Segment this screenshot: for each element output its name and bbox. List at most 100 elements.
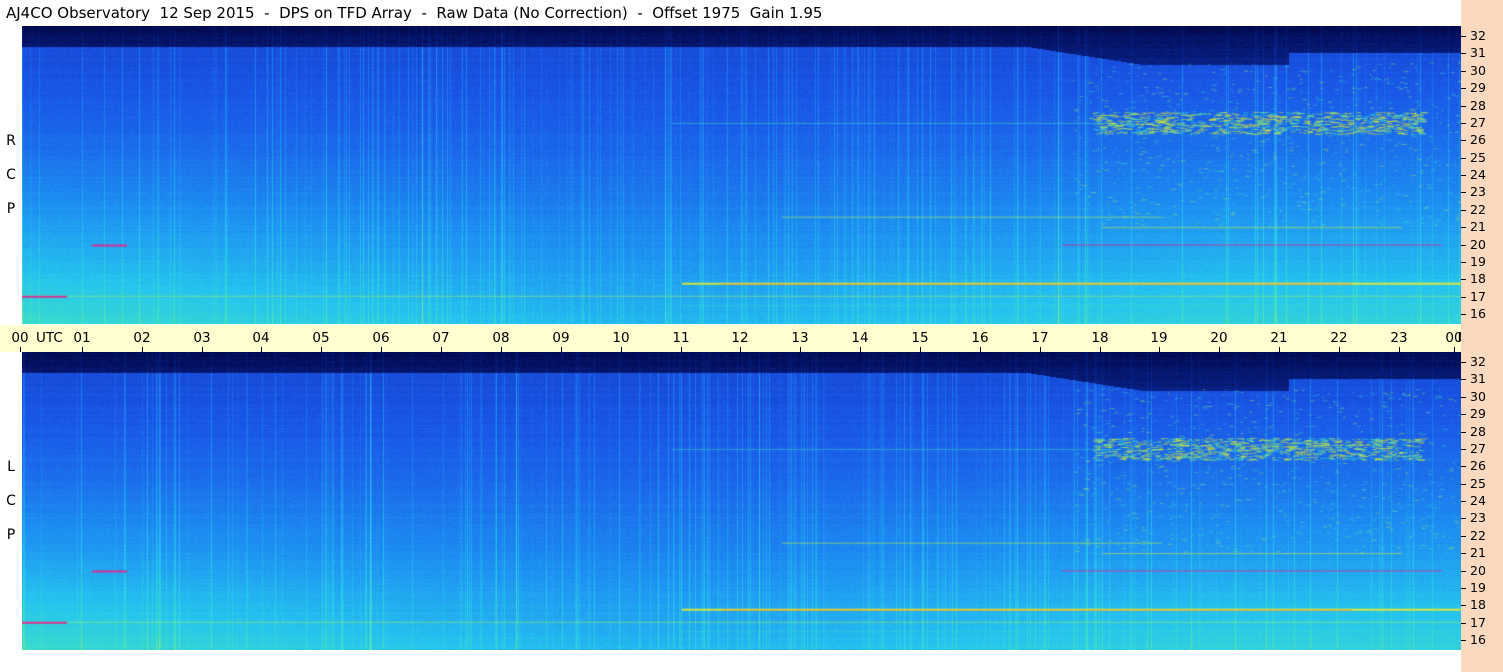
frequency-tick-mark: [1461, 192, 1466, 193]
time-tick-label: 18: [1091, 330, 1109, 346]
chart-title: AJ4CO Observatory 12 Sep 2015 - DPS on T…: [6, 4, 823, 22]
frequency-tick-mark: [1461, 140, 1466, 141]
frequency-tick-label: 31: [1470, 45, 1486, 60]
time-axis: 00 01 02 03 04 05 06 07 08 09 10 11 12 13 14 15 16 17 18 19…: [0, 325, 1486, 352]
frequency-tick-label: 25: [1470, 476, 1486, 491]
time-tick-label: 22: [1330, 330, 1348, 346]
frequency-tick-mark: [1461, 449, 1466, 450]
frequency-tick-mark: [1461, 362, 1466, 363]
frequency-tick-label: 19: [1470, 580, 1486, 595]
time-tick-label: 07: [432, 330, 450, 346]
frequency-tick-label: 18: [1470, 271, 1486, 286]
lcp-spectrogram: [22, 352, 1461, 650]
time-tick-label: 14: [851, 330, 869, 346]
time-tick-label: 08: [492, 330, 510, 346]
frequency-tick-mark: [1461, 262, 1466, 263]
frequency-tick-label: 26: [1470, 458, 1486, 473]
frequency-tick-mark: [1461, 88, 1466, 89]
frequency-tick-label: 29: [1470, 406, 1486, 421]
time-tick-label: 04: [252, 330, 270, 346]
time-tick-label: 09: [552, 330, 570, 346]
frequency-tick-label: 19: [1470, 254, 1486, 269]
frequency-tick-label: 27: [1470, 441, 1486, 456]
frequency-tick-mark: [1461, 279, 1466, 280]
frequency-tick-label: 29: [1470, 80, 1486, 95]
frequency-tick-label: 22: [1470, 528, 1486, 543]
frequency-tick-mark: [1461, 484, 1466, 485]
frequency-tick-mark: [1461, 210, 1466, 211]
frequency-tick-mark: [1461, 245, 1466, 246]
lcp-side-label: L C P: [2, 450, 20, 552]
rcp-spectrogram: [22, 26, 1461, 324]
rcp-letter-p: P: [6, 201, 16, 217]
time-tick-label: 15: [911, 330, 929, 346]
time-tick-label: 01: [73, 330, 91, 346]
frequency-tick-mark: [1461, 640, 1466, 641]
frequency-tick-mark: [1461, 397, 1466, 398]
frequency-tick-label: 27: [1470, 115, 1486, 130]
time-tick-label: 05: [312, 330, 330, 346]
frequency-tick-label: 24: [1470, 493, 1486, 508]
frequency-tick-label: 31: [1470, 371, 1486, 386]
frequency-tick-label: 30: [1470, 63, 1486, 78]
time-tick-label: 11: [672, 330, 690, 346]
frequency-tick-mark: [1461, 553, 1466, 554]
time-tick-label: 20: [1210, 330, 1228, 346]
frequency-tick-label: 18: [1470, 597, 1486, 612]
rcp-letter-c: C: [6, 167, 16, 183]
frequency-tick-mark: [1461, 314, 1466, 315]
frequency-tick-mark: [1461, 53, 1466, 54]
frequency-tick-label: 17: [1470, 615, 1486, 630]
frequency-tick-label: 24: [1470, 167, 1486, 182]
rcp-spectrogram-canvas: [22, 26, 1461, 324]
frequency-tick-label: 20: [1470, 237, 1486, 252]
rcp-letter-r: R: [6, 133, 16, 149]
frequency-tick-label: 30: [1470, 389, 1486, 404]
frequency-tick-label: 16: [1470, 306, 1486, 321]
time-tick-label: 06: [372, 330, 390, 346]
time-tick-label: 03: [193, 330, 211, 346]
time-tick-label: 19: [1150, 330, 1168, 346]
time-tick-label: 23: [1390, 330, 1408, 346]
frequency-tick-label: 32: [1470, 28, 1486, 43]
frequency-tick-mark: [1461, 432, 1466, 433]
frequency-tick-mark: [1461, 501, 1466, 502]
frequency-tick-label: 21: [1470, 219, 1486, 234]
frequency-tick-label: 21: [1470, 545, 1486, 560]
frequency-tick-mark: [1461, 175, 1466, 176]
frequency-tick-mark: [1461, 414, 1466, 415]
frequency-tick-label: 32: [1470, 354, 1486, 369]
frequency-tick-mark: [1461, 536, 1466, 537]
frequency-tick-mark: [1461, 227, 1466, 228]
time-tick-label: 00: [11, 330, 29, 346]
frequency-tick-mark: [1461, 466, 1466, 467]
frequency-tick-label: 16: [1470, 632, 1486, 647]
frequency-tick-mark: [1461, 605, 1466, 606]
utc-unit-label: UTC: [36, 330, 63, 346]
time-tick-label: 21: [1270, 330, 1288, 346]
time-tick-label: 12: [731, 330, 749, 346]
frequency-tick-label: 25: [1470, 150, 1486, 165]
frequency-tick-mark: [1461, 123, 1466, 124]
frequency-tick-label: 17: [1470, 289, 1486, 304]
frequency-tick-mark: [1461, 571, 1466, 572]
frequency-tick-label: 23: [1470, 184, 1486, 199]
frequency-tick-label: 20: [1470, 563, 1486, 578]
frequency-tick-mark: [1461, 158, 1466, 159]
frequency-tick-mark: [1461, 588, 1466, 589]
frequency-axis: 32 31 30 29 28 27 26 25 24 23 22 21 20 19 18 17 16 32 31 30…: [1461, 0, 1503, 672]
rcp-side-label: R C P: [2, 124, 20, 226]
frequency-tick-label: 26: [1470, 132, 1486, 147]
time-tick-mark: [20, 347, 21, 352]
time-tick-label: 17: [1031, 330, 1049, 346]
frequency-tick-label: 28: [1470, 98, 1486, 113]
frequency-tick-mark: [1461, 106, 1466, 107]
frequency-tick-mark: [1461, 379, 1466, 380]
frequency-tick-mark: [1461, 36, 1466, 37]
frequency-tick-mark: [1461, 297, 1466, 298]
frequency-tick-mark: [1461, 623, 1466, 624]
lcp-letter-l: L: [7, 459, 15, 475]
lcp-letter-c: C: [6, 493, 16, 509]
frequency-tick-mark: [1461, 518, 1466, 519]
frequency-tick-label: 22: [1470, 202, 1486, 217]
